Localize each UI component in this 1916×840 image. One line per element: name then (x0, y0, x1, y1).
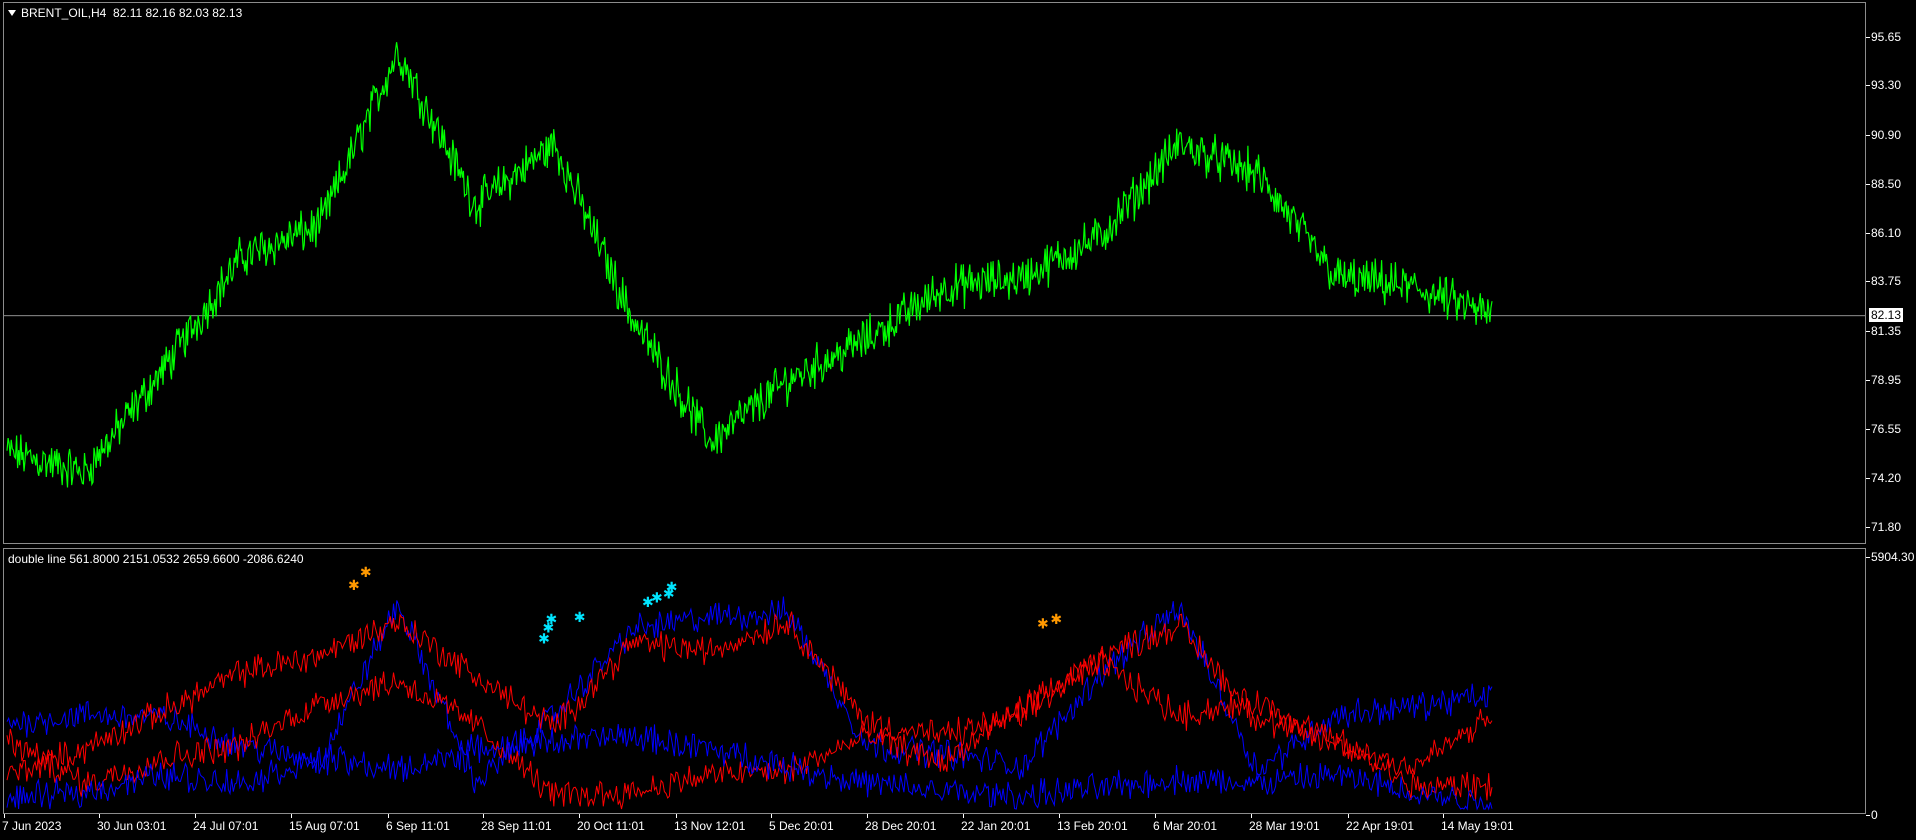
time-axis-label: 13 Feb 20:01 (1057, 819, 1128, 833)
time-axis-label: 5 Dec 20:01 (769, 819, 834, 833)
signal-marker-icon: ✱ (1050, 612, 1062, 628)
price-axis-tickmark (1866, 37, 1870, 38)
indicator-axis: 5904.30 0 (1866, 546, 1916, 822)
time-axis-tickmark (1251, 814, 1252, 818)
price-series-line (6, 42, 1493, 488)
price-chart-pane[interactable]: BRENT_OIL,H4 82.11 82.16 82.03 82.13 (3, 2, 1866, 544)
price-axis-tick-label: 93.30 (1871, 78, 1902, 93)
time-axis-label: 24 Jul 07:01 (193, 819, 259, 833)
price-axis-tick-label: 86.10 (1871, 226, 1902, 241)
time-axis-label: 30 Jun 03:01 (97, 819, 167, 833)
signal-marker-icon: ✱ (348, 578, 360, 594)
price-axis-tickmark (1866, 134, 1870, 136)
price-axis-tick-label: 83.75 (1871, 274, 1902, 289)
indicator-red-line-upper (6, 611, 1493, 782)
time-axis-label: 28 Mar 19:01 (1249, 819, 1320, 833)
time-axis-tickmark (483, 814, 484, 818)
time-axis-tickmark (1059, 814, 1060, 818)
signal-marker-icon: ✱ (360, 565, 372, 581)
price-axis-tick-label: 88.50 (1871, 176, 1902, 191)
time-axis-tickmark (99, 814, 100, 818)
time-axis-tickmark (676, 814, 677, 818)
price-axis-tickmark (1866, 527, 1870, 528)
indicator-pane[interactable]: ✱ ✱ ✱ ✱ ✱ ✱ ✱ ✱ ✱ ✱ ✱ ✱ double line 561.8000 2151.0… (3, 548, 1866, 814)
time-axis-tickmark (867, 814, 868, 818)
time-axis-label: 28 Dec 20:01 (865, 819, 937, 833)
current-price-tag: 82.13 (1869, 307, 1904, 322)
time-axis-label: 13 Nov 12:01 (674, 819, 746, 833)
time-axis-tickmark (1155, 814, 1156, 818)
time-axis-label: 22 Apr 19:01 (1346, 819, 1415, 833)
time-axis-tickmark (388, 814, 389, 818)
time-axis-tickmark (195, 814, 196, 818)
indicator-chart-svg: ✱✱✱✱✱ ✱✱✱ ✱✱✱ ✱ (6, 565, 1493, 811)
price-axis-tickmark (1866, 429, 1870, 431)
signal-marker-icon: ✱ (546, 612, 558, 628)
time-axis-tickmark (4, 814, 5, 818)
price-axis-tick-label: 76.55 (1871, 422, 1902, 437)
indicator-blue-line-lower (6, 723, 1493, 811)
signal-marker-icon: ✱ (651, 591, 663, 607)
chart-header: BRENT_OIL,H4 82.11 82.16 82.03 82.13 (8, 6, 242, 20)
indicator-label: double line 561.8000 2151.0532 2659.6600… (8, 552, 304, 566)
indicator-axis-tick-label: 0 (1871, 808, 1878, 822)
time-axis-tickmark (771, 814, 772, 818)
price-axis-tickmark (1866, 477, 1870, 479)
price-axis-tickmark (1866, 85, 1870, 87)
time-axis-label: 14 May 19:01 (1441, 819, 1514, 833)
price-axis-tick-label: 71.80 (1871, 520, 1902, 534)
time-axis-label: 6 Sep 11:01 (386, 819, 450, 833)
price-axis-tick-label: 74.20 (1871, 470, 1902, 485)
time-axis-label: 28 Sep 11:01 (481, 819, 552, 833)
symbol-label: BRENT_OIL,H4 (21, 6, 107, 20)
time-axis-tickmark (579, 814, 580, 818)
indicator-blue-line-upper (6, 596, 1493, 794)
time-axis-tickmark (1443, 814, 1444, 818)
price-chart-svg (4, 42, 1865, 488)
signal-marker-icon: ✱ (574, 610, 586, 626)
time-axis-tickmark (291, 814, 292, 818)
indicator-axis-tickmark (1866, 557, 1870, 558)
time-axis-label: 6 Mar 20:01 (1153, 819, 1218, 833)
time-axis-tickmark (963, 814, 964, 818)
price-axis-tickmark (1866, 281, 1870, 283)
ohlc-label: 82.11 82.16 82.03 82.13 (113, 6, 243, 20)
price-axis-tickmark (1866, 183, 1870, 185)
price-axis-tickmark (1866, 330, 1870, 332)
price-axis-tickmark (1866, 233, 1870, 235)
dropdown-triangle-icon[interactable] (8, 10, 16, 16)
price-axis-tick-label: 90.90 (1871, 127, 1902, 142)
time-axis-label: 15 Aug 07:01 (289, 819, 360, 833)
signal-marker-icon: ✱ (666, 580, 678, 596)
price-axis: 95.65 93.30 90.90 88.50 86.10 83.75 81.35 78.95… (1866, 0, 1916, 546)
indicator-axis-tickmark (1866, 815, 1870, 816)
signal-marker-icon: ✱ (1037, 616, 1049, 632)
time-axis-label: 7 Jun 2023 (2, 819, 62, 833)
price-axis-tick-label: 95.65 (1871, 30, 1902, 44)
price-axis-tick-label: 78.95 (1871, 373, 1902, 388)
price-axis-tickmark (1866, 380, 1870, 382)
indicator-axis-tick-label: 5904.30 (1871, 550, 1915, 564)
price-axis-tick-label: 81.35 (1871, 323, 1902, 338)
time-axis-tickmark (1348, 814, 1349, 818)
time-axis-label: 20 Oct 11:01 (577, 819, 645, 833)
time-axis-label: 22 Jan 20:01 (961, 819, 1031, 833)
